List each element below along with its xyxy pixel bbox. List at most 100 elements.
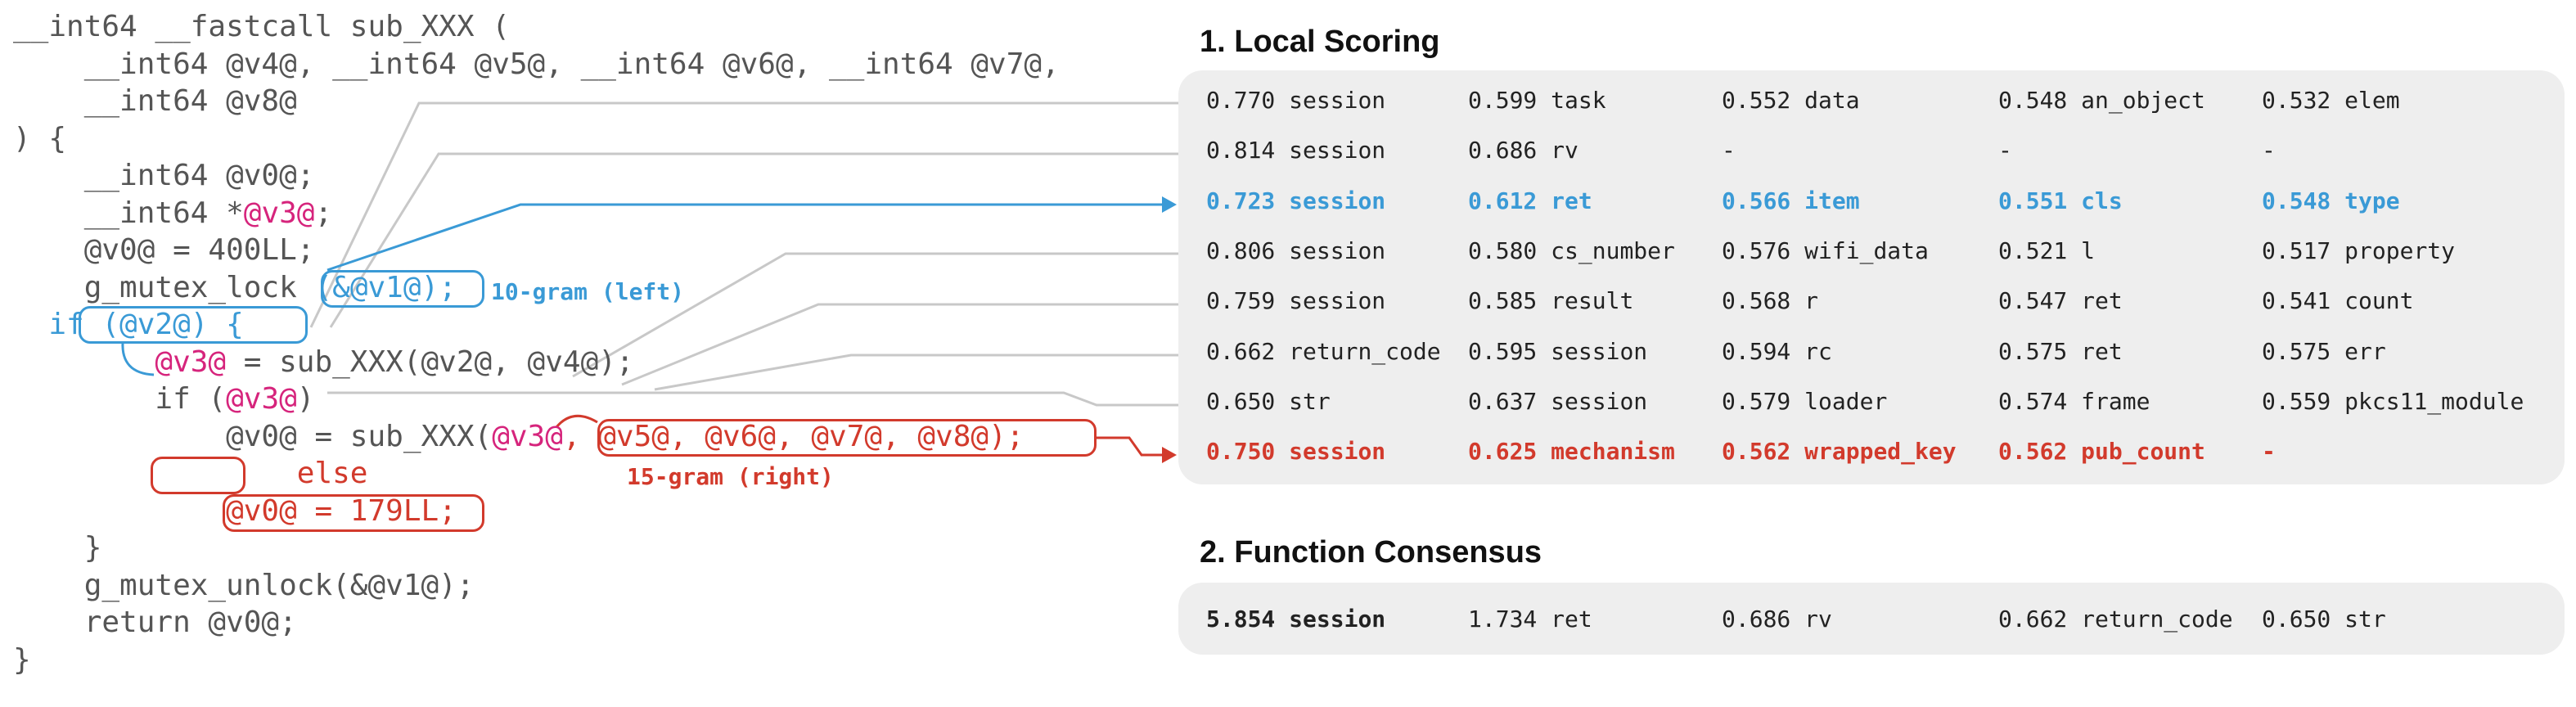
code-token: __int64 @v0@; (13, 159, 315, 192)
score-value: 0.595 (1468, 337, 1538, 365)
code-line: __int64 @v8@ (13, 83, 1060, 120)
table-cell: 0.612 ret (1468, 187, 1592, 214)
code-token: ) { (13, 121, 67, 155)
code-token: = sub_XXX(@v2@, @v4@); (226, 344, 634, 379)
score-value: 0.552 (1722, 87, 1791, 114)
score-value: 0.625 (1468, 438, 1538, 466)
table-cell: 0.650 str (1206, 388, 1331, 415)
code-token: if ( (13, 382, 227, 416)
name-value: wrapped_key (1804, 438, 1957, 466)
table-cell: - (1722, 137, 1736, 164)
table-cell: 0.575 err (2262, 338, 2386, 365)
right-ngram-box-else (151, 457, 245, 494)
table-cell: 0.585 result (1468, 287, 1633, 314)
table-cell: 0.806 session (1206, 237, 1385, 264)
code-token: g_mutex_unlock(&@v1@); (13, 568, 475, 602)
code-line: @v3@ = sub_XXX(@v2@, @v4@); (13, 344, 1060, 381)
code-line: } (13, 529, 1060, 567)
code-line: } (13, 642, 1060, 679)
name-value: session (1551, 337, 1648, 365)
table-cell: 0.686 rv (1722, 606, 1832, 633)
name-value: ret (2081, 287, 2123, 315)
score-value: 0.580 (1468, 236, 1538, 264)
score-value: 0.547 (1998, 287, 2068, 315)
right-ngram-box-assign (223, 494, 484, 532)
table-cell: 0.580 cs_number (1468, 237, 1675, 264)
table-cell: 0.541 count (2262, 287, 2413, 314)
name-value: session (1289, 438, 1386, 466)
score-value: 0.548 (2262, 187, 2331, 214)
code-token: __int64 * (13, 196, 244, 230)
table-cell: 5.854 session (1206, 606, 1385, 633)
code-token: __int64 @v4@, __int64 @v5@, __int64 @v6@… (13, 47, 1060, 81)
name-value: pub_count (2081, 438, 2205, 466)
name-value: property (2344, 236, 2456, 264)
score-value: 0.686 (1468, 137, 1538, 164)
score-value: 0.576 (1722, 236, 1791, 264)
table-cell: 0.562 pub_count (1998, 438, 2205, 465)
name-value: frame (2081, 387, 2150, 415)
name-value: r (1804, 287, 1819, 315)
score-value: 0.585 (1468, 287, 1538, 315)
code-token: __int64 __fastcall sub_XXX ( (13, 10, 510, 43)
name-value: elem (2344, 87, 2400, 114)
table-cell: 0.662 return_code (1206, 338, 1441, 365)
table-cell: 0.599 task (1468, 87, 1606, 114)
score-value: 0.551 (1998, 187, 2068, 214)
score-value: 0.599 (1468, 87, 1538, 114)
right-ngram-label: 15-gram (right) (627, 463, 834, 490)
table-cell: - (2262, 137, 2276, 164)
table-cell: - (2262, 438, 2276, 465)
score-value: 0.662 (1206, 337, 1276, 365)
name-value: l (2081, 236, 2096, 264)
score-value: 0.650 (1206, 387, 1276, 415)
name-value: session (1289, 606, 1386, 633)
score-value: 0.517 (2262, 236, 2331, 264)
table-cell: - (1998, 137, 2012, 164)
variable-token: @v3@ (492, 419, 563, 453)
figure: __int64 __fastcall sub_XXX ( __int64 @v4… (0, 0, 2576, 707)
right-ngram-arrow (1162, 447, 1177, 463)
table-cell: 0.517 property (2262, 237, 2455, 264)
code-line: return @v0@; (13, 604, 1060, 642)
score-value: 0.594 (1722, 337, 1791, 365)
name-value: ret (1551, 606, 1592, 633)
name-value: rv (1804, 606, 1832, 633)
right-ngram-box-call (597, 419, 1097, 457)
name-value: type (2344, 187, 2400, 214)
score-value: 0.814 (1206, 137, 1276, 164)
code-token: ) (296, 382, 315, 416)
score-value: 0.650 (2262, 606, 2331, 633)
score-value: - (2262, 137, 2276, 164)
table-cell: 0.548 type (2262, 187, 2400, 214)
name-value: return_code (1289, 337, 1441, 365)
name-value: session (1289, 236, 1386, 264)
code-token: } (13, 531, 102, 565)
code-token: __int64 @v8@ (13, 84, 297, 118)
score-value: 0.770 (1206, 87, 1276, 114)
variable-token: @v3@ (226, 382, 297, 416)
name-value: cs_number (1551, 236, 1675, 264)
score-value: - (2262, 438, 2276, 466)
name-value: rc (1804, 337, 1832, 365)
name-value: result (1551, 287, 1634, 315)
code-line: ) { (13, 120, 1060, 158)
code-token: } (13, 642, 31, 677)
table-cell: 0.625 mechanism (1468, 438, 1675, 465)
name-value: cls (2081, 187, 2123, 214)
table-cell: 0.562 wrapped_key (1722, 438, 1957, 465)
left-ngram-label: 10-gram (left) (491, 278, 685, 305)
name-value: session (1289, 287, 1386, 315)
table-cell: 0.521 l (1998, 237, 2095, 264)
right-ngram-connector (1097, 436, 1162, 457)
code-line: g_mutex_unlock(&@v1@); (13, 567, 1060, 605)
name-value: rv (1551, 137, 1578, 164)
table-cell: 0.566 item (1722, 187, 1860, 214)
variable-token: @v3@ (243, 196, 315, 230)
name-value: err (2344, 337, 2386, 365)
code-line: @v0@ = 179LL; (13, 493, 1060, 530)
table-cell: 0.650 str (2262, 606, 2386, 633)
score-value: 0.541 (2262, 287, 2331, 315)
table-cell: 0.548 an_object (1998, 87, 2205, 114)
